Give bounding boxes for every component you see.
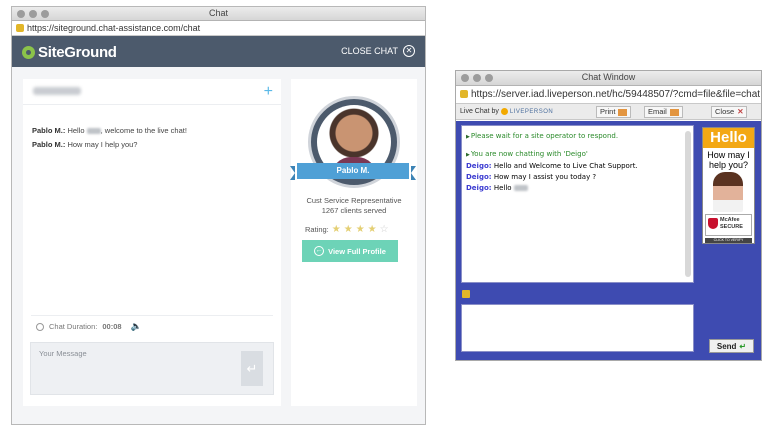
star-icon[interactable]: ★ — [332, 224, 341, 235]
lock-icon — [460, 90, 468, 98]
close-chat-button[interactable]: CLOSE CHAT ✕ — [341, 45, 415, 57]
window-titlebar: Chat Window — [456, 71, 761, 86]
close-button[interactable]: Close ✕ — [711, 106, 748, 118]
chat-message: Pablo M.: Hello , welcome to the live ch… — [32, 124, 187, 138]
star-empty-icon[interactable]: ☆ — [380, 224, 389, 235]
message-input[interactable]: Your Message ↵ — [30, 342, 274, 395]
blurred-name — [513, 185, 528, 191]
siteground-chat-window: Chat https://siteground.chat-assistance.… — [11, 6, 426, 425]
send-button[interactable]: Send ↵ — [709, 339, 754, 353]
ad-subtitle: How may I help you? — [707, 150, 750, 170]
duration-value: 00:08 — [102, 322, 122, 331]
star-icon[interactable]: ★ — [368, 224, 377, 235]
star-icon[interactable]: ★ — [344, 224, 353, 235]
message-sender: Deigo: — [466, 184, 492, 192]
message-sender: Deigo: — [466, 162, 492, 170]
close-label: Close — [715, 107, 735, 116]
message-sender: Pablo M.: — [32, 126, 66, 135]
speaker-icon[interactable]: 🔈 — [131, 321, 142, 332]
mcafee-shield-icon — [708, 218, 718, 229]
message-text: Hello and Welcome to Live Chat Support. — [493, 162, 638, 170]
send-label: Send — [716, 341, 737, 351]
message-text-start: Hello — [67, 126, 85, 135]
ad-person-image — [713, 172, 743, 212]
chat-transcript: Please wait for a site operator to respo… — [461, 125, 694, 283]
liveperson-body: Please wait for a site operator to respo… — [456, 121, 761, 360]
siteground-header: SiteGround CLOSE CHAT ✕ — [12, 36, 425, 67]
liveperson-icon — [500, 108, 508, 115]
blurred-visitor-name — [33, 87, 81, 95]
secure-label: SECURE — [720, 224, 743, 230]
duration-label: Chat Duration: — [49, 322, 98, 331]
siteground-logo-icon — [22, 46, 35, 59]
message-text-end: , welcome to the live chat! — [100, 126, 187, 135]
arrow-left-icon: ← — [314, 246, 325, 256]
return-arrow-icon: ↵ — [739, 341, 747, 351]
window-title: Chat — [208, 8, 228, 18]
close-icon: ✕ — [403, 45, 415, 57]
lock-icon — [16, 24, 24, 32]
agent-rating: Rating: ★ ★ ★ ★ ☆ — [305, 224, 389, 235]
address-bar[interactable]: https://server.iad.liveperson.net/hc/594… — [456, 86, 761, 104]
view-full-profile-label: View Full Profile — [328, 246, 386, 256]
print-label: Print — [600, 107, 616, 116]
mcafee-label: McAfee — [720, 217, 740, 223]
verify-label: CLICK TO VERIFY — [705, 238, 752, 243]
address-bar[interactable]: https://siteground.chat-assistance.com/c… — [12, 21, 425, 36]
help-advertisement[interactable]: Hello How may I help you? McAfee SECURE … — [702, 127, 755, 244]
message-text: How may I assist you today ? — [493, 173, 597, 181]
visitor-name-row: + — [23, 79, 281, 105]
message-text: Hello — [493, 184, 512, 192]
agent-role: Cust Service Representative — [306, 196, 402, 205]
chat-message: Deigo: Hello and Welcome to Live Chat Su… — [466, 161, 689, 172]
url-text: https://server.iad.liveperson.net/hc/594… — [471, 89, 761, 100]
blurred-name — [86, 128, 101, 135]
clock-icon — [36, 322, 44, 331]
star-icon[interactable]: ★ — [356, 224, 365, 235]
email-button[interactable]: Email — [644, 106, 683, 118]
message-text: How may I help you? — [67, 140, 138, 149]
chat-transcript: Pablo M.: Hello , welcome to the live ch… — [32, 124, 187, 152]
close-chat-label: CLOSE CHAT — [341, 46, 398, 56]
chat-duration: Chat Duration: 00:08 🔈 — [36, 321, 142, 332]
agent-panel: Pablo M. Cust Service Representative 126… — [290, 79, 417, 406]
message-sender: Pablo M.: — [32, 140, 66, 149]
printer-icon — [618, 108, 628, 116]
system-message: Please wait for a site operator to respo… — [466, 131, 689, 143]
rating-label: Rating: — [305, 225, 329, 234]
siteground-logo-text: SiteGround — [38, 44, 117, 61]
url-text: https://siteground.chat-assistance.com/c… — [27, 23, 201, 33]
chat-message: Deigo: How may I assist you today ? — [466, 172, 689, 183]
message-sender: Deigo: — [466, 173, 492, 181]
email-label: Email — [648, 107, 667, 116]
close-icon: ✕ — [737, 107, 744, 116]
liveperson-toolbar: Live Chat by LIVEPERSON Print Email Clos… — [456, 104, 761, 120]
agent-clients-served: 1267 clients served — [321, 206, 387, 215]
message-input[interactable] — [461, 304, 694, 352]
print-button[interactable]: Print — [596, 106, 632, 118]
chat-message: Pablo M.: How may I help you? — [32, 138, 187, 152]
ad-hello-text: Hello — [703, 128, 754, 148]
plus-icon[interactable]: + — [264, 83, 273, 101]
envelope-icon — [669, 108, 679, 116]
window-titlebar: Chat — [12, 7, 425, 21]
padlock-icon — [462, 290, 470, 298]
chat-message: Deigo: Hello — [466, 183, 689, 194]
liveperson-brand: LIVEPERSON — [509, 108, 554, 115]
send-message-button[interactable]: ↵ — [241, 351, 263, 386]
liveperson-chat-window: Chat Window https://server.iad.liveperso… — [455, 70, 762, 361]
mcafee-secure-badge[interactable]: McAfee SECURE — [705, 214, 752, 236]
live-chat-by-label: Live Chat by — [460, 108, 499, 115]
message-placeholder: Your Message — [39, 349, 87, 358]
chat-panel: + Pablo M.: Hello , welcome to the live … — [23, 79, 281, 406]
agent-name-ribbon: Pablo M. — [290, 163, 416, 180]
siteground-logo: SiteGround — [22, 44, 117, 61]
transcript-scrollbar[interactable] — [685, 131, 691, 277]
view-full-profile-button[interactable]: ← View Full Profile — [302, 240, 398, 262]
divider — [31, 315, 273, 316]
system-message: You are now chatting with 'Deigo' — [466, 149, 689, 161]
window-title: Chat Window — [581, 72, 636, 82]
agent-info: Cust Service Representative 1267 clients… — [291, 196, 417, 216]
liveperson-logo: Live Chat by LIVEPERSON — [460, 108, 553, 115]
